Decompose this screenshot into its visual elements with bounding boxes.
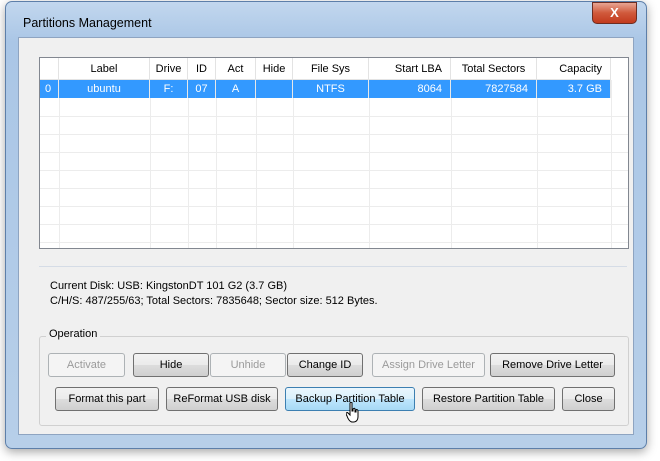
assign-drive-letter-button[interactable]: Assign Drive Letter (372, 353, 485, 377)
activate-button[interactable]: Activate (48, 353, 125, 377)
col-header-capacity[interactable]: Capacity (537, 58, 611, 80)
col-header-total-sectors[interactable]: Total Sectors (451, 58, 537, 80)
disk-info-panel: Current Disk: USB: KingstonDT 101 G2 (3.… (39, 266, 627, 315)
change-id-button[interactable]: Change ID (287, 353, 363, 377)
client-area: Label Drive ID Act Hide File Sys Start L… (18, 37, 634, 435)
col-header-start-lba[interactable]: Start LBA (369, 58, 451, 80)
col-header-filesys[interactable]: File Sys (293, 58, 369, 80)
hide-button[interactable]: Hide (133, 353, 209, 377)
operation-group (39, 336, 629, 426)
cell-hide (256, 80, 293, 98)
cell-capacity: 3.7 GB (537, 80, 611, 98)
reformat-usb-button[interactable]: ReFormat USB disk (166, 387, 278, 411)
current-disk-text: Current Disk: USB: KingstonDT 101 G2 (3.… (50, 280, 287, 292)
col-header-drive[interactable]: Drive (150, 58, 188, 80)
unhide-button[interactable]: Unhide (210, 353, 286, 377)
cell-id: 07 (188, 80, 216, 98)
cell-drive: F: (150, 80, 188, 98)
format-part-button[interactable]: Format this part (55, 387, 159, 411)
cell-start-lba: 8064 (369, 80, 451, 98)
partitions-window: Partitions Management X Label Drive ID A… (5, 1, 647, 449)
remove-drive-letter-button[interactable]: Remove Drive Letter (490, 353, 615, 377)
hand-cursor-icon (346, 402, 359, 423)
cell-label: ubuntu (59, 80, 150, 98)
cell-index: 0 (40, 80, 59, 98)
col-header-id[interactable]: ID (188, 58, 216, 80)
cell-total-sectors: 7827584 (451, 80, 537, 98)
restore-partition-table-button[interactable]: Restore Partition Table (422, 387, 555, 411)
window-close-button[interactable]: X (592, 2, 637, 24)
close-button[interactable]: Close (562, 387, 615, 411)
window-title: Partitions Management (23, 16, 152, 30)
col-header-index[interactable] (40, 58, 59, 80)
table-row[interactable]: 0 ubuntu F: 07 A NTFS 8064 7827584 3.7 G… (40, 80, 611, 98)
chs-text: C/H/S: 487/255/63; Total Sectors: 783564… (50, 295, 378, 307)
col-header-label[interactable]: Label (59, 58, 150, 80)
col-header-act[interactable]: Act (216, 58, 256, 80)
cell-filesys: NTFS (293, 80, 369, 98)
partitions-table[interactable]: Label Drive ID Act Hide File Sys Start L… (39, 57, 629, 249)
operation-label: Operation (46, 328, 101, 340)
col-header-hide[interactable]: Hide (256, 58, 293, 80)
cell-act: A (216, 80, 256, 98)
